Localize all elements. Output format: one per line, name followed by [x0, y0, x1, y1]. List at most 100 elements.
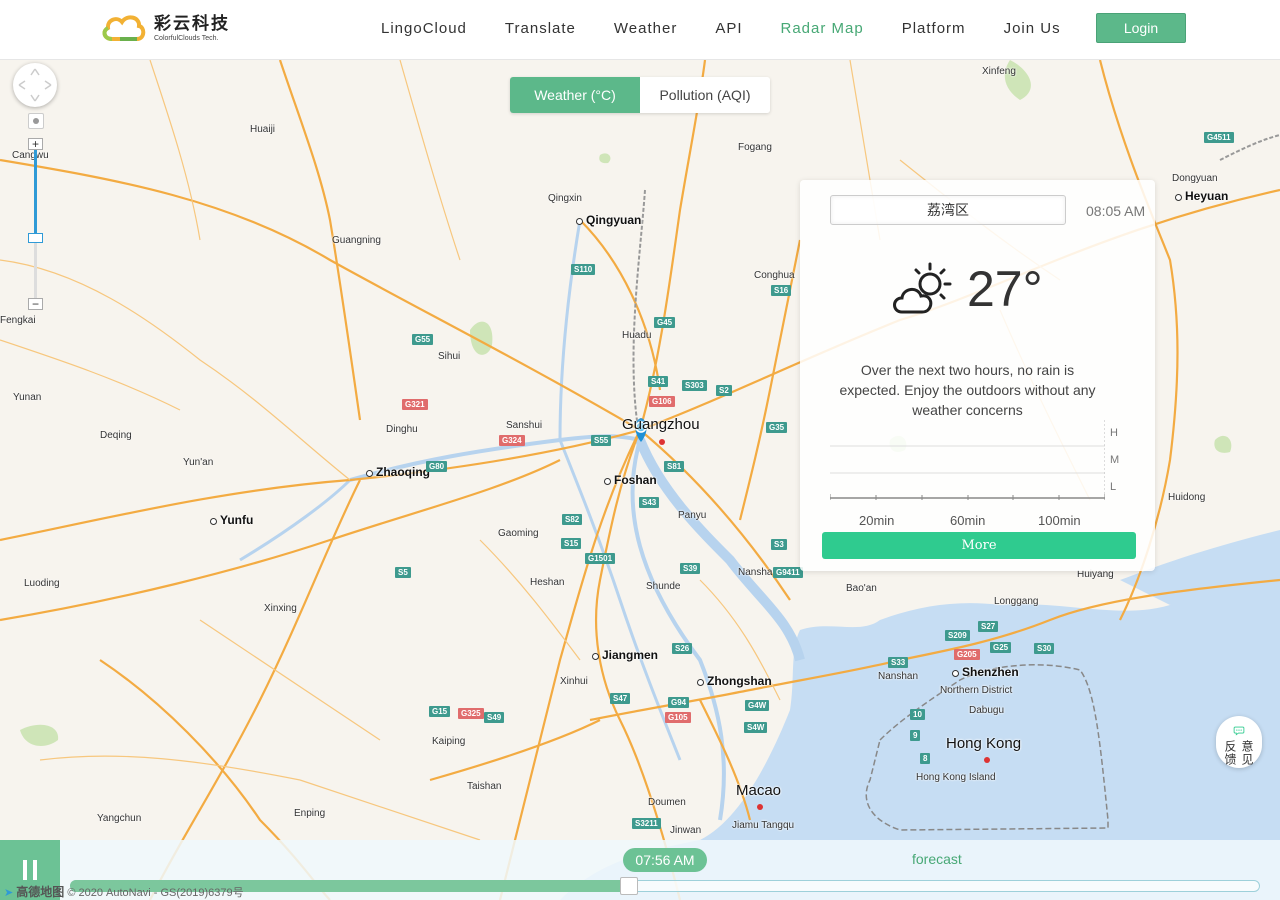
map-label-zhaoqing: Zhaoqing	[366, 465, 430, 479]
road-shield: S110	[571, 264, 596, 275]
road-shield: S82	[562, 514, 583, 525]
map-label-conghua: Conghua	[754, 270, 795, 281]
road-shield: G55	[412, 334, 434, 345]
map-label-jiamu-tangqu: Jiamu Tangqu	[732, 820, 795, 831]
road-shield: G94	[668, 697, 690, 708]
map-label-jiangmen: Jiangmen	[592, 648, 658, 662]
map-label-cangwu: Cangwu	[12, 150, 49, 161]
road-shield: S15	[561, 538, 582, 549]
partly-cloudy-day-icon	[893, 262, 952, 314]
zoom-in-button[interactable]: +	[28, 138, 43, 150]
map-label-xinxing: Xinxing	[264, 603, 297, 614]
precipitation-chart	[830, 420, 1105, 500]
road-shield: G9411	[773, 567, 803, 578]
map-label-fogang: Fogang	[738, 142, 772, 153]
location-field[interactable]: 荔湾区	[830, 195, 1066, 225]
feedback-label: 意见反馈	[1223, 739, 1254, 766]
road-shield: S2	[716, 385, 732, 396]
map-label-huadu: Huadu	[622, 330, 652, 341]
road-shield: S3211	[632, 818, 661, 829]
road-shield: G325	[458, 708, 484, 719]
road-shield: S209	[945, 630, 970, 641]
nav-translate[interactable]: Translate	[486, 20, 595, 37]
road-shield: G324	[499, 435, 525, 446]
map-label-northern-district: Northern District	[940, 685, 1013, 696]
weather-layer-button[interactable]: Weather (°C)	[510, 77, 640, 113]
map-label-guangzhou: Guangzhou	[622, 416, 700, 433]
nav-platform[interactable]: Platform	[883, 20, 985, 37]
map-label-dinghu: Dinghu	[386, 424, 418, 435]
compass-icon	[18, 68, 52, 102]
level-label-low: L	[1110, 481, 1117, 493]
road-shield: G45	[654, 317, 676, 328]
map-label-sanshui: Sanshui	[506, 420, 543, 431]
level-label-high: H	[1110, 427, 1118, 439]
brand-logo[interactable]: 彩云科技 ColorfulClouds Tech.	[100, 10, 230, 46]
map-label-heyuan: Heyuan	[1175, 189, 1228, 203]
map-label-gaoming: Gaoming	[498, 528, 539, 539]
amap-logo-icon: ➤	[4, 887, 14, 899]
map-label-nanshan: Nanshan	[878, 671, 919, 682]
more-button[interactable]: More	[822, 532, 1136, 559]
map-label-jinwan: Jinwan	[670, 825, 702, 836]
road-shield: S30	[1034, 643, 1055, 654]
map-label-enping: Enping	[294, 808, 326, 819]
nav-lingocloud[interactable]: LingoCloud	[362, 20, 486, 37]
map-compass-control[interactable]	[13, 63, 57, 107]
map-label-dabugu: Dabugu	[969, 705, 1005, 716]
pollution-layer-button[interactable]: Pollution (AQI)	[640, 77, 770, 113]
road-shield: S47	[610, 693, 631, 704]
map-label-hong-kong-island: Hong Kong Island	[916, 772, 996, 783]
nav-api[interactable]: API	[696, 20, 761, 37]
map-label-doumen: Doumen	[648, 797, 686, 808]
map-label-nansha: Nansha	[738, 567, 773, 578]
road-shield: G106	[649, 396, 675, 407]
timeline-current-time: 07:56 AM	[623, 848, 707, 872]
map-label-baoan: Bao'an	[846, 583, 877, 594]
road-shield: S55	[591, 435, 612, 446]
road-shield: S5	[395, 567, 411, 578]
forecast-label: forecast	[912, 851, 962, 867]
road-shield: S303	[682, 380, 707, 391]
nav-radar-map[interactable]: Radar Map	[762, 20, 883, 37]
chart-tick-label: 100min	[1038, 513, 1081, 528]
road-shield: S16	[771, 285, 792, 296]
road-shield: G35	[766, 422, 788, 433]
locate-me-button[interactable]	[28, 113, 44, 129]
road-shield: S43	[639, 497, 660, 508]
road-shield: S33	[888, 657, 909, 668]
road-shield: G25	[990, 642, 1012, 653]
map-label-yangchun: Yangchun	[97, 813, 142, 824]
map-label-luoding: Luoding	[24, 578, 60, 589]
cloud-logo-icon	[102, 15, 146, 41]
zoom-out-button[interactable]: −	[28, 298, 43, 310]
nav-join-us[interactable]: Join Us	[985, 20, 1080, 37]
pause-icon	[23, 860, 27, 880]
timeline-handle[interactable]	[620, 877, 638, 895]
map-label-kaiping: Kaiping	[432, 736, 466, 747]
map-attribution: ➤ 高德地图 © 2020 AutoNavi - GS(2019)6379号	[4, 883, 244, 900]
update-time: 08:05 AM	[1086, 203, 1146, 219]
nav-weather[interactable]: Weather	[595, 20, 696, 37]
map-label-heshan: Heshan	[530, 577, 565, 588]
map-label-panyu: Panyu	[678, 510, 707, 521]
road-shield: S4W	[744, 722, 768, 733]
road-shield: 8	[920, 753, 931, 764]
login-button[interactable]: Login	[1096, 13, 1186, 43]
map-label-yunan: Yunan	[13, 392, 42, 403]
main-nav: LingoCloud Translate Weather API Radar M…	[362, 0, 1080, 56]
zoom-slider-fill	[34, 150, 37, 235]
map-label-sihui: Sihui	[438, 351, 461, 362]
attribution-brand: 高德地图	[16, 885, 65, 899]
map-label-deqing: Deqing	[100, 430, 132, 441]
feedback-button[interactable]: 意见反馈	[1216, 716, 1262, 768]
map-label-xinfeng: Xinfeng	[982, 66, 1016, 77]
map-label-taishan: Taishan	[467, 781, 502, 792]
zoom-slider-handle[interactable]	[28, 233, 43, 243]
map-label-huaiji: Huaiji	[250, 124, 276, 135]
attribution-text: © 2020 AutoNavi - GS(2019)6379号	[67, 887, 244, 899]
road-shield: G80	[426, 461, 448, 472]
map-label-macao: Macao	[736, 782, 782, 799]
road-shield: G1501	[585, 553, 616, 564]
logo-subtitle: ColorfulClouds Tech.	[154, 34, 219, 42]
